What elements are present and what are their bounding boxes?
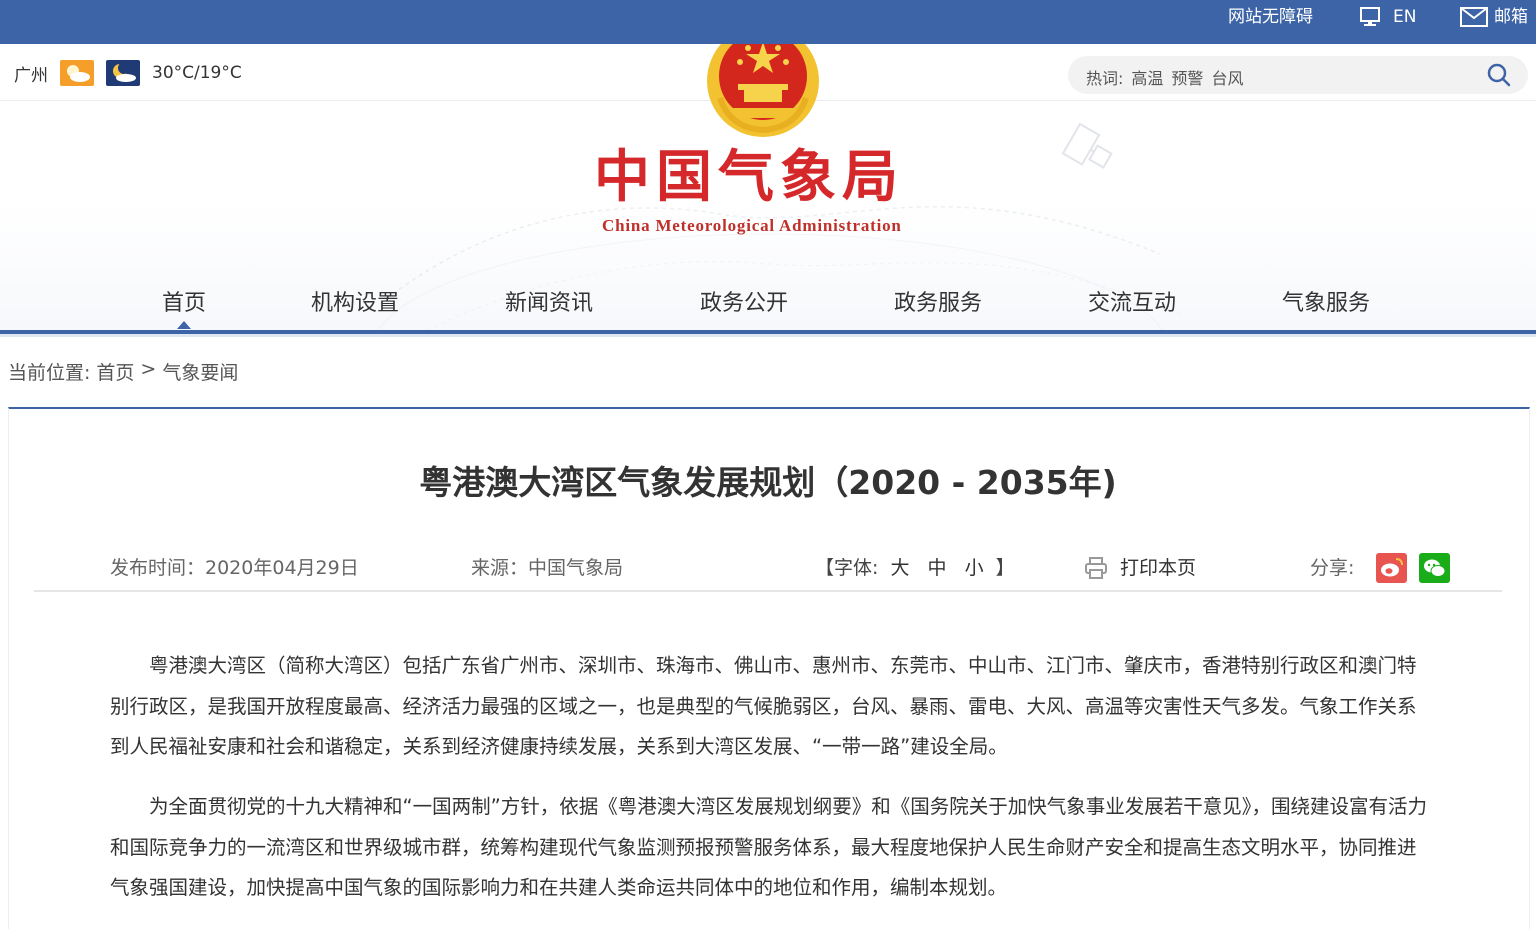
publish-date: 发布时间：2020年04月29日 [110, 557, 359, 579]
print-button[interactable]: 打印本页 [1084, 556, 1196, 580]
article-paragraph: 粤港澳大湾区（简称大湾区）包括广东省广州市、深圳市、珠海市、佛山市、惠州市、东莞… [110, 654, 1417, 758]
wechat-share-button[interactable] [1419, 553, 1450, 583]
hotwords-label: 热词: [1086, 69, 1124, 88]
english-label: EN [1393, 7, 1417, 27]
nav-item-weather-services[interactable]: 气象服务 [1282, 284, 1370, 324]
monitor-icon [1359, 6, 1381, 28]
accessibility-link[interactable]: 网站无障碍 [1228, 6, 1313, 28]
nav-item-home[interactable]: 首页 [162, 284, 206, 324]
font-size-small-button[interactable]: 小 [965, 557, 984, 579]
mail-icon [1460, 7, 1488, 27]
article-title: 粤港澳大湾区气象发展规划（2020 - 2035年) [419, 463, 1117, 502]
font-size-large-button[interactable]: 大 [890, 557, 909, 579]
national-emblem-icon [707, 44, 819, 137]
printer-icon [1085, 557, 1107, 579]
print-label: 打印本页 [1120, 557, 1197, 579]
search-box[interactable]: 热词: 高温 预警 台风 [1068, 56, 1528, 94]
main-nav: 首页 机构设置 新闻资讯 政务公开 政务服务 交流互动 气象服务 [0, 284, 1536, 332]
wechat-icon [1424, 559, 1446, 577]
site-title: 中国气象局 [594, 144, 904, 210]
breadcrumb: 当前位置: 首页 > 气象要闻 [8, 358, 238, 385]
article-paragraph: 为全面贯彻党的十九大精神和“一国两制”方针，依据《粤港澳大湾区发展规划纲要》和《… [110, 795, 1427, 899]
font-size-label: 【字体: [815, 557, 879, 579]
hotword-link[interactable]: 高温 [1131, 65, 1163, 89]
breadcrumb-separator: > [140, 358, 157, 380]
hotword-link[interactable]: 台风 [1211, 65, 1243, 89]
nav-item-news[interactable]: 新闻资讯 [505, 284, 593, 324]
accessibility-label: 网站无障碍 [1228, 7, 1313, 27]
weather-temperature: 30°C/19°C [152, 63, 242, 83]
hotword-link[interactable]: 预警 [1171, 65, 1203, 89]
font-size-label-close: 】 [995, 557, 1015, 579]
top-utility-bar: 网站无障碍 EN 邮箱 [0, 0, 1536, 44]
nav-active-indicator [177, 321, 191, 329]
hotwords: 热词: 高温 预警 台风 [1086, 65, 1243, 89]
moon-cloud-icon [106, 60, 140, 86]
breadcrumb-current-link[interactable]: 气象要闻 [162, 358, 238, 385]
nav-item-interaction[interactable]: 交流互动 [1088, 284, 1176, 324]
nav-item-government-services[interactable]: 政务服务 [894, 284, 982, 324]
nav-item-government-affairs[interactable]: 政务公开 [700, 284, 788, 324]
share-label: 分享: [1310, 557, 1355, 579]
weather-widget: 广州 30°C/19°C [14, 60, 242, 86]
weibo-share-button[interactable] [1376, 553, 1407, 583]
sun-cloud-icon [60, 60, 94, 86]
site-subtitle: China Meteorological Administration [602, 216, 902, 235]
meta-divider [34, 590, 1502, 592]
mail-link[interactable]: 邮箱 [1460, 6, 1528, 28]
font-size-controls: 【字体: 大 中 小 】 [815, 556, 1015, 580]
nav-item-organization[interactable]: 机构设置 [311, 284, 399, 324]
article-source: 来源：中国气象局 [471, 557, 624, 579]
english-link[interactable]: EN [1359, 6, 1416, 28]
breadcrumb-label: 当前位置: [8, 362, 91, 384]
weather-city: 广州 [14, 65, 48, 86]
weibo-icon [1381, 558, 1403, 577]
font-size-medium-button[interactable]: 中 [928, 557, 947, 579]
search-icon[interactable] [1486, 62, 1512, 88]
breadcrumb-home-link[interactable]: 首页 [96, 358, 134, 385]
mail-label: 邮箱 [1494, 7, 1528, 27]
nav-underline-shadow [0, 334, 1536, 337]
